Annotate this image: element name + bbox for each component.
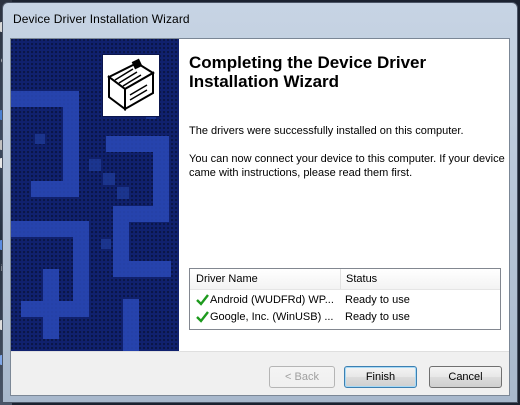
green-check-icon <box>196 294 209 306</box>
column-header-status[interactable]: Status <box>346 273 377 285</box>
window-title: Device Driver Installation Wizard <box>13 12 190 26</box>
driver-row[interactable]: Google, Inc. (WinUSB) ... Ready to use <box>190 309 500 326</box>
driver-row[interactable]: Android (WUDFRd) WP... Ready to use <box>190 292 500 309</box>
driver-name: Google, Inc. (WinUSB) ... <box>210 311 334 323</box>
column-header-driver-name[interactable]: Driver Name <box>196 273 258 285</box>
success-message: The drivers were successfully installed … <box>189 125 464 137</box>
driver-list[interactable]: Driver Name Status Android (WUDFRd) WP..… <box>189 268 501 330</box>
green-check-icon <box>196 311 209 323</box>
back-button[interactable]: < Back <box>269 366 335 388</box>
wizard-window: Device Driver Installation Wizard Comple… <box>2 2 518 403</box>
cancel-button[interactable]: Cancel <box>429 366 502 388</box>
title-bar[interactable]: Device Driver Installation Wizard <box>3 3 517 37</box>
button-bar: < Back Finish Cancel <box>11 351 509 395</box>
driver-list-header: Driver Name Status <box>190 269 500 290</box>
driver-status: Ready to use <box>345 294 410 306</box>
instructions-text: You can now connect your device to this … <box>189 153 505 179</box>
wizard-banner <box>11 39 179 351</box>
driver-name: Android (WUDFRd) WP... <box>210 294 334 306</box>
column-divider[interactable] <box>340 269 341 289</box>
driver-status: Ready to use <box>345 311 410 323</box>
wizard-body: Completing the Device Driver Installatio… <box>10 38 510 396</box>
finish-button[interactable]: Finish <box>344 366 417 388</box>
wizard-logo-icon <box>102 54 160 117</box>
wizard-heading: Completing the Device Driver Installatio… <box>189 53 427 91</box>
